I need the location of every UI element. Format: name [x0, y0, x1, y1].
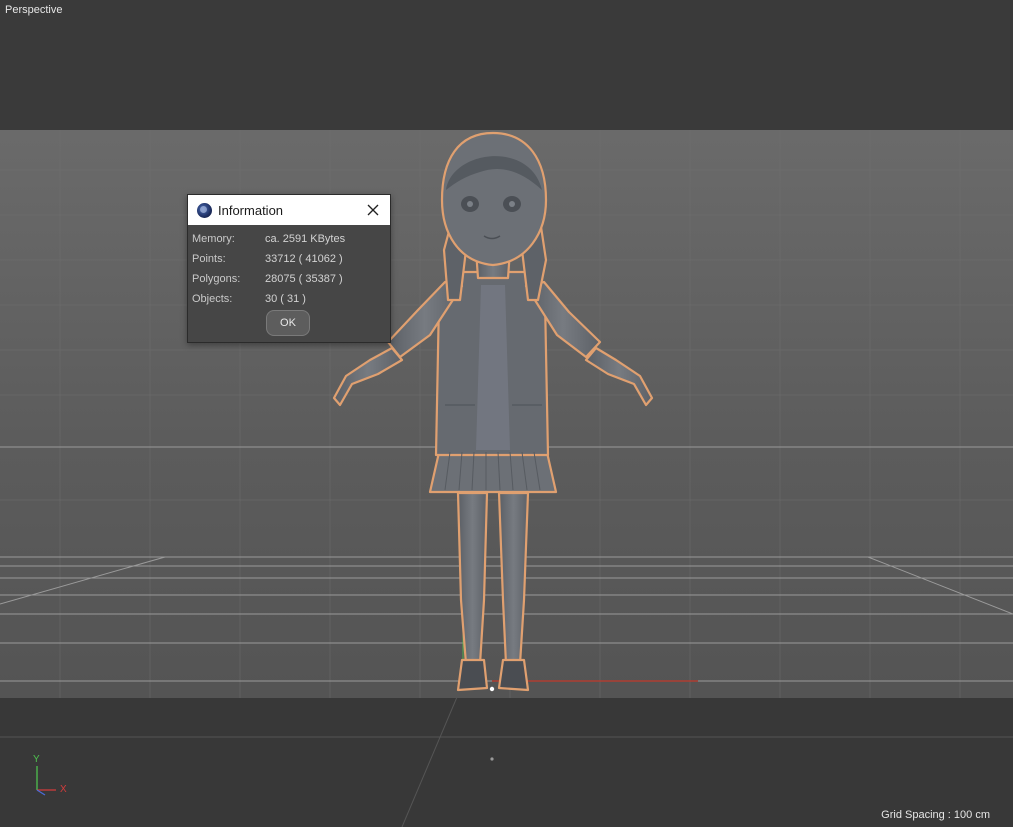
perspective-viewport[interactable]: Perspective Y X Grid Spacing : 100 cm In…	[0, 0, 1013, 827]
dialog-titlebar[interactable]: Information	[188, 195, 390, 225]
y-axis-label: Y	[33, 754, 40, 765]
axis-gizmo: Y X	[28, 754, 78, 804]
info-label: Memory:	[192, 233, 235, 245]
info-row-polygons: Polygons: 28075 ( 35387 )	[188, 269, 390, 289]
left-shoe	[456, 658, 489, 692]
info-value: 28075 ( 35387 )	[265, 273, 343, 285]
viewport-label: Perspective	[5, 4, 63, 16]
head	[440, 131, 548, 267]
viewport-scene[interactable]	[0, 0, 1013, 827]
viewport-top-band	[0, 0, 1013, 130]
info-value: ca. 2591 KBytes	[265, 233, 346, 245]
ok-button[interactable]: OK	[266, 310, 310, 336]
right-shoe	[497, 658, 530, 692]
cinema4d-app-icon	[197, 202, 212, 218]
info-row-objects: Objects: 30 ( 31 )	[188, 289, 390, 309]
info-label: Polygons:	[192, 273, 241, 285]
viewport-bottom-band	[0, 698, 1013, 827]
info-value: 33712 ( 41062 )	[265, 253, 343, 265]
info-value: 30 ( 31 )	[265, 293, 306, 305]
info-row-memory: Memory: ca. 2591 KBytes	[188, 229, 390, 249]
scene-origin-dot	[490, 757, 494, 761]
dialog-title: Information	[218, 202, 284, 218]
info-label: Objects:	[192, 293, 233, 305]
close-icon[interactable]	[364, 201, 382, 219]
grid-spacing-readout: Grid Spacing : 100 cm	[881, 809, 990, 821]
info-row-points: Points: 33712 ( 41062 )	[188, 249, 390, 269]
information-dialog: Information Memory: ca. 2591 KBytes Poin…	[187, 194, 391, 343]
x-axis-label: X	[60, 784, 67, 795]
jacket-opening	[476, 285, 510, 450]
info-label: Points:	[192, 253, 226, 265]
pivot-point	[489, 686, 495, 692]
dialog-body: Memory: ca. 2591 KBytes Points: 33712 ( …	[188, 225, 390, 309]
